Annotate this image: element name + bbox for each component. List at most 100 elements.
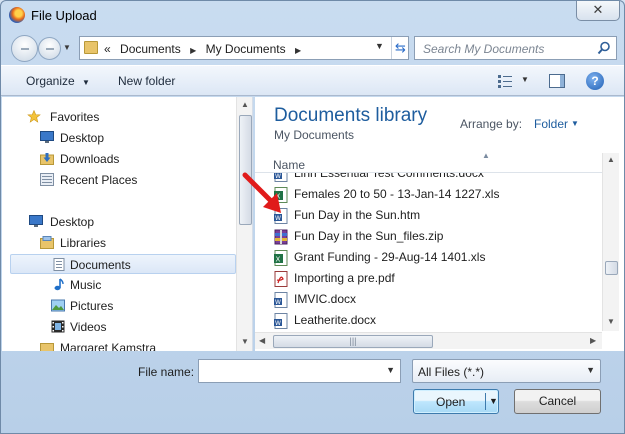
pdf-file-icon bbox=[274, 271, 288, 287]
file-row[interactable]: W IMVIC.docx bbox=[255, 289, 602, 310]
view-dropdown[interactable]: ▼ bbox=[521, 75, 529, 84]
breadcrumb-my-documents[interactable]: My Documents bbox=[206, 42, 286, 56]
svg-text:W: W bbox=[275, 299, 281, 306]
file-row[interactable]: X Grant Funding - 29-Aug-14 1401.xls bbox=[255, 247, 602, 268]
dialog-footer: File name: ▼ All Files (*.*) ▼ Open ▼ Ca… bbox=[1, 352, 624, 434]
file-row[interactable]: W Leatherite.docx bbox=[255, 310, 602, 331]
file-row[interactable]: Fun Day in the Sun_files.zip bbox=[255, 226, 602, 247]
scroll-down-icon[interactable]: ▼ bbox=[241, 337, 249, 346]
file-row[interactable]: W Fun Day in the Sun.htm bbox=[255, 205, 602, 226]
scroll-right-icon[interactable]: ▶ bbox=[590, 336, 596, 345]
scroll-up-icon[interactable]: ▲ bbox=[241, 100, 249, 109]
address-dropdown[interactable]: ▼ bbox=[375, 41, 384, 51]
preview-pane-icon[interactable] bbox=[549, 74, 565, 88]
chevron-down-icon[interactable]: ▼ bbox=[571, 119, 579, 128]
libraries-icon bbox=[40, 236, 54, 249]
nav-item-recent-places[interactable]: Recent Places bbox=[2, 170, 236, 190]
navigation-pane: Favorites Desktop Downloads Recent Place… bbox=[2, 97, 253, 351]
recent-locations-dropdown[interactable]: ▼ bbox=[63, 43, 71, 52]
nav-item-margaret-kamstra[interactable]: Margaret Kamstra bbox=[2, 338, 236, 351]
file-row[interactable]: Importing a pre.pdf bbox=[255, 268, 602, 289]
file-name-label: File name: bbox=[138, 365, 195, 379]
nav-item-favorites[interactable]: Favorites bbox=[2, 107, 236, 127]
arrange-by-dropdown[interactable]: Folder bbox=[534, 117, 568, 131]
zip-archive-icon bbox=[274, 229, 288, 245]
file-name-field[interactable]: ▼ bbox=[198, 359, 401, 383]
nav-label: Videos bbox=[70, 320, 107, 334]
organize-button[interactable]: Organize ▼ bbox=[26, 74, 90, 88]
nav-label: Recent Places bbox=[60, 173, 138, 187]
nav-label: Desktop bbox=[60, 131, 105, 145]
file-name: Leatherite.docx bbox=[294, 313, 377, 327]
nav-item-music[interactable]: Music bbox=[2, 275, 236, 295]
cancel-button[interactable]: Cancel bbox=[514, 389, 601, 414]
scroll-up-icon[interactable]: ▲ bbox=[607, 155, 615, 164]
back-button[interactable] bbox=[11, 35, 38, 62]
nav-pane-scrollbar[interactable]: ▲ ▼ bbox=[236, 97, 252, 351]
nav-label: Margaret Kamstra bbox=[60, 341, 157, 351]
file-list-horizontal-scrollbar[interactable]: ◀ ||| ▶ bbox=[255, 332, 602, 349]
file-name: Importing a pre.pdf bbox=[294, 271, 395, 285]
navigation-bar: ▼ « Documents ▶ My Documents ▶ ▼ ⇆ Searc… bbox=[1, 31, 624, 63]
file-list-vertical-scrollbar[interactable]: ▲ ▼ bbox=[602, 153, 619, 331]
file-name: Fun Day in the Sun.htm bbox=[294, 208, 421, 222]
refresh-icon[interactable]: ⇆ bbox=[391, 37, 409, 59]
svg-text:W: W bbox=[275, 320, 281, 327]
close-button[interactable]: ✕ bbox=[576, 1, 620, 21]
file-row[interactable]: W Linn Essential Test Comments.docx bbox=[255, 173, 602, 184]
file-list: W Linn Essential Test Comments.docx X Fe… bbox=[255, 173, 602, 331]
title-bar[interactable]: File Upload ✕ bbox=[1, 1, 624, 31]
breadcrumb-overflow[interactable]: « bbox=[104, 42, 111, 56]
chevron-right-icon[interactable]: ▶ bbox=[295, 46, 301, 55]
firefox-icon bbox=[9, 7, 25, 23]
videos-icon bbox=[51, 320, 65, 333]
scroll-left-icon[interactable]: ◀ bbox=[259, 336, 265, 345]
file-name-dropdown[interactable]: ▼ bbox=[386, 365, 395, 375]
nav-item-desktop[interactable]: Desktop bbox=[2, 128, 236, 148]
view-options-icon[interactable] bbox=[497, 74, 513, 88]
scroll-thumb[interactable] bbox=[605, 261, 618, 275]
open-button[interactable]: Open ▼ bbox=[413, 389, 499, 414]
address-bar[interactable]: « Documents ▶ My Documents ▶ ▼ ⇆ bbox=[79, 36, 409, 60]
nav-item-downloads[interactable]: Downloads bbox=[2, 149, 236, 169]
nav-item-videos[interactable]: Videos bbox=[2, 317, 236, 337]
file-type-select[interactable]: All Files (*.*) ▼ bbox=[412, 359, 601, 383]
forward-button[interactable] bbox=[38, 37, 61, 60]
open-label: Open bbox=[436, 395, 466, 409]
user-folder-icon bbox=[40, 343, 54, 351]
sort-ascending-icon: ▲ bbox=[482, 151, 490, 160]
open-options-dropdown[interactable]: ▼ bbox=[489, 396, 498, 406]
chevron-right-icon[interactable]: ▶ bbox=[190, 46, 196, 55]
nav-label: Downloads bbox=[60, 152, 120, 166]
nav-item-documents[interactable]: Documents bbox=[10, 254, 236, 274]
file-name: Linn Essential Test Comments.docx bbox=[294, 173, 484, 180]
svg-text:X: X bbox=[276, 256, 281, 264]
nav-item-libraries[interactable]: Libraries bbox=[2, 233, 236, 253]
breadcrumb-documents[interactable]: Documents bbox=[120, 42, 181, 56]
word-document-icon: W bbox=[274, 292, 288, 308]
file-row[interactable]: X Females 20 to 50 - 13-Jan-14 1227.xls bbox=[255, 184, 602, 205]
column-name-label: Name bbox=[273, 158, 306, 172]
documents-icon bbox=[53, 258, 65, 271]
nav-label: Documents bbox=[70, 258, 131, 272]
search-placeholder: Search My Documents bbox=[423, 42, 545, 56]
library-subtitle: My Documents bbox=[274, 128, 355, 142]
file-upload-dialog: File Upload ✕ ▼ « Documents ▶ My Documen… bbox=[0, 0, 625, 434]
window-title: File Upload bbox=[31, 8, 97, 23]
nav-item-desktop-root[interactable]: Desktop bbox=[2, 212, 236, 232]
scroll-thumb[interactable]: ||| bbox=[273, 335, 433, 348]
new-folder-button[interactable]: New folder bbox=[118, 74, 175, 88]
column-header-name[interactable]: Name ▲ bbox=[255, 151, 602, 173]
excel-file-icon: X bbox=[274, 250, 288, 266]
folder-icon bbox=[84, 41, 98, 54]
search-icon[interactable] bbox=[597, 41, 611, 55]
file-name-input[interactable] bbox=[201, 362, 379, 380]
file-name: Fun Day in the Sun_files.zip bbox=[294, 229, 444, 243]
desktop-icon bbox=[29, 215, 43, 227]
file-list-pane: Documents library My Documents Arrange b… bbox=[255, 97, 624, 351]
nav-label: Pictures bbox=[70, 299, 114, 313]
scroll-down-icon[interactable]: ▼ bbox=[607, 317, 615, 326]
search-input[interactable]: Search My Documents bbox=[414, 36, 617, 60]
help-icon[interactable]: ? bbox=[586, 72, 604, 90]
nav-item-pictures[interactable]: Pictures bbox=[2, 296, 236, 316]
